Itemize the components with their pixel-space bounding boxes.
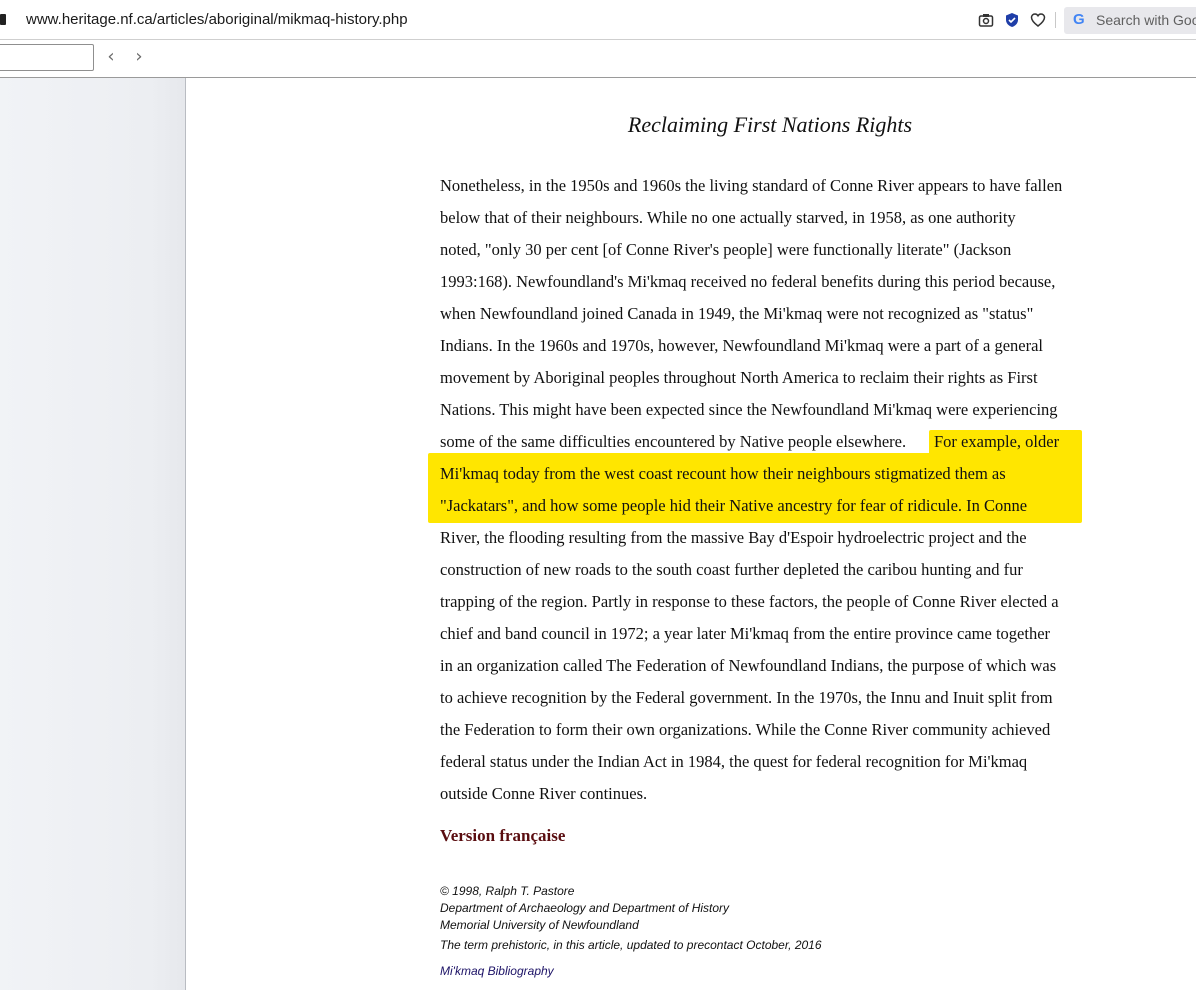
paragraph-line: to achieve recognition by the Federal go… [440,688,1053,707]
paragraph-line: Indians. In the 1960s and 1970s, however… [440,336,1044,355]
highlighted-text: For example, older [934,432,1060,451]
paragraph-line: construction of new roads to the south c… [440,560,1023,579]
footer-university: Memorial University of Newfoundland [440,918,639,932]
find-next-button[interactable]: › [128,46,150,68]
find-previous-button[interactable]: ‹ [100,46,122,68]
browser-toolbar: www.heritage.nf.ca/articles/aboriginal/m… [0,0,1196,40]
paragraph-line: noted, "only 30 per cent [of Conne River… [440,240,1012,259]
paragraph-line: some of the same difficulties encountere… [440,432,907,451]
paragraph-line: movement by Aboriginal peoples throughou… [440,368,1038,387]
paragraph-line: River, the flooding resulting from the m… [440,528,1027,547]
screenshot-icon[interactable] [978,12,994,28]
article-title: Reclaiming First Nations Rights [627,112,913,137]
search-box[interactable]: G Search with Goog [1064,7,1196,34]
footer-note: The term prehistoric, in this article, u… [440,938,822,952]
footer-department: Department of Archaeology and Department… [440,901,730,915]
paragraph-line: trapping of the region. Partly in respon… [440,592,1059,611]
google-icon: G [1073,11,1085,28]
heart-icon[interactable] [1030,12,1046,28]
version-francaise-link[interactable]: Version française [440,826,565,846]
paragraph-line: the Federation to form their own organiz… [440,720,1051,739]
footer-copyright: © 1998, Ralph T. Pastore [440,884,575,898]
paragraph-line: federal status under the Indian Act in 1… [440,752,1028,771]
search-placeholder: Search with Goog [1096,12,1196,28]
highlighted-text: Mi'kmaq today from the west coast recoun… [440,464,1006,483]
paragraph-line: outside Conne River continues. [440,784,648,803]
paragraph-line: Nations. This might have been expected s… [440,400,1058,419]
paragraph-line: 1993:168). Newfoundland's Mi'kmaq receiv… [440,272,1056,291]
paragraph-line: Nonetheless, in the 1950s and 1960s the … [440,176,1063,195]
paragraph-line: below that of their neighbours. While no… [440,208,1016,227]
paragraph-line: in an organization called The Federation… [440,656,1057,675]
bibliography-link[interactable]: Mi'kmaq Bibliography [440,964,554,978]
find-bar: ‹ › [0,40,1196,78]
shield-icon[interactable] [1004,12,1020,28]
lock-icon [0,14,6,25]
url-field[interactable]: www.heritage.nf.ca/articles/aboriginal/m… [26,11,408,28]
left-side-panel [0,78,185,990]
highlighted-text: "Jackatars", and how some people hid the… [440,496,1028,515]
toolbar-separator [1055,12,1056,28]
paragraph-line: chief and band council in 1972; a year l… [440,624,1051,643]
find-input[interactable] [0,44,94,71]
paragraph-line: when Newfoundland joined Canada in 1949,… [440,304,1034,323]
